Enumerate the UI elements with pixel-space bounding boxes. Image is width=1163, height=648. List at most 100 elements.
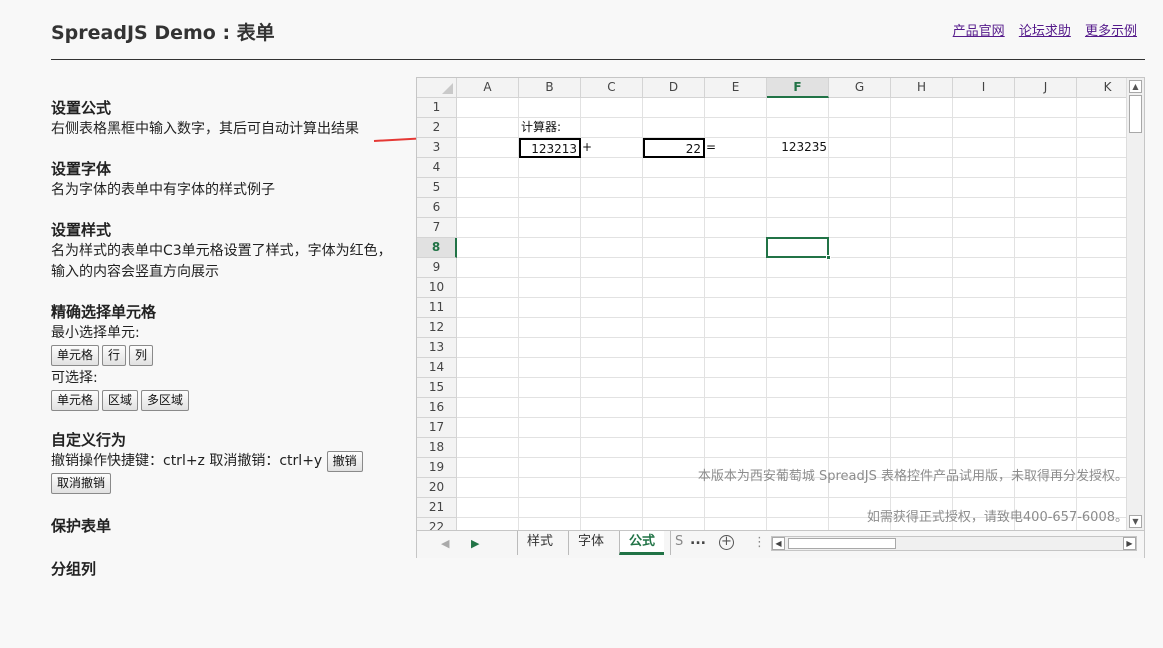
gridline xyxy=(457,217,1126,218)
row-header-14[interactable]: 14 xyxy=(417,358,457,378)
redo-row: 取消撤销 xyxy=(51,473,401,494)
row-header-12[interactable]: 12 xyxy=(417,318,457,338)
more-examples-link[interactable]: 更多示例 xyxy=(1085,24,1137,39)
row-header-3[interactable]: 3 xyxy=(417,138,457,158)
section-formula: 设置公式 右侧表格黑框中输入数字，其后可自动计算出结果 xyxy=(51,98,401,140)
gridline xyxy=(457,337,1126,338)
min-cell-button[interactable]: 单元格 xyxy=(51,345,100,366)
row-header-10[interactable]: 10 xyxy=(417,278,457,298)
column-header-a[interactable]: A xyxy=(457,78,519,98)
gridline xyxy=(457,437,1126,438)
scroll-down-icon[interactable]: ▼ xyxy=(1129,515,1142,528)
cell-d3[interactable]: 22 xyxy=(643,138,705,158)
horizontal-scrollbar[interactable]: ◀ ▶ xyxy=(771,536,1137,551)
row-header-5[interactable]: 5 xyxy=(417,178,457,198)
row-header-18[interactable]: 18 xyxy=(417,438,457,458)
gridline xyxy=(518,98,519,530)
cell-e3[interactable]: = xyxy=(705,138,767,158)
tab-hidden-partial[interactable]: S xyxy=(670,531,687,555)
gridline xyxy=(457,397,1126,398)
shortcut-text: 撤销操作快捷键：ctrl+z 取消撤销：ctrl+y xyxy=(51,453,323,469)
column-header-k[interactable]: K xyxy=(1077,78,1126,98)
row-header-21[interactable]: 21 xyxy=(417,498,457,518)
opt-cell-button[interactable]: 单元格 xyxy=(51,390,100,411)
tab-style[interactable]: 样式 xyxy=(517,531,562,555)
column-header-i[interactable]: I xyxy=(953,78,1015,98)
row-header-6[interactable]: 6 xyxy=(417,198,457,218)
option-select-buttons: 单元格 区域 多区域 xyxy=(51,390,401,411)
row-header-16[interactable]: 16 xyxy=(417,398,457,418)
row-header-13[interactable]: 13 xyxy=(417,338,457,358)
scroll-right-icon[interactable]: ▶ xyxy=(1123,537,1136,550)
section-title: 精确选择单元格 xyxy=(51,303,157,321)
vertical-scroll-thumb[interactable] xyxy=(1129,95,1142,133)
section-title: 设置样式 xyxy=(51,221,112,239)
section-title[interactable]: 保护表单 xyxy=(51,516,401,537)
row-header-9[interactable]: 9 xyxy=(417,258,457,278)
sheet-tab-bar: ◀ ▶ 样式 字体 公式 S ... + ⋮ ◀ ▶ xyxy=(417,530,1144,558)
page-header: SpreadJS Demo : 表单 产品官网 论坛求助 更多示例 xyxy=(51,0,1145,60)
undo-button[interactable]: 撤销 xyxy=(326,451,363,472)
gridline xyxy=(457,377,1126,378)
row-header-8[interactable]: 8 xyxy=(417,238,457,258)
tab-font[interactable]: 字体 xyxy=(568,531,613,555)
tab-nav-prev-icon[interactable]: ◀ xyxy=(441,537,449,550)
section-title: 自定义行为 xyxy=(51,431,127,449)
cell-f3[interactable]: 123235 xyxy=(767,138,829,158)
min-row-button[interactable]: 行 xyxy=(102,345,127,366)
row-header-1[interactable]: 1 xyxy=(417,98,457,118)
cell-b2[interactable]: 计算器: xyxy=(519,118,581,138)
tab-nav-next-icon[interactable]: ▶ xyxy=(471,537,479,550)
row-header-19[interactable]: 19 xyxy=(417,458,457,478)
section-precise-select: 精确选择单元格 最小选择单元: 单元格行列 可选择: 单元格 区域 多区域 xyxy=(51,302,401,411)
horizontal-scroll-thumb[interactable] xyxy=(788,538,896,549)
column-header-f[interactable]: F xyxy=(767,78,829,98)
sheet-grid[interactable]: A B C D E F G H I J K 1 2 3 4 5 6 7 8 9 10 11 12 13 14 15 16 17 18 19… xyxy=(417,78,1126,530)
opt-multi-range-button[interactable]: 多区域 xyxy=(141,390,190,411)
tab-formula[interactable]: 公式 xyxy=(619,531,665,555)
gridline xyxy=(457,317,1126,318)
min-select-label: 最小选择单元: xyxy=(51,325,140,341)
row-header-11[interactable]: 11 xyxy=(417,298,457,318)
vertical-scrollbar[interactable]: ▲ ▼ xyxy=(1126,78,1144,530)
gridline xyxy=(457,197,1126,198)
cell-c3[interactable]: + xyxy=(581,138,643,158)
section-custom-behavior: 自定义行为 撤销操作快捷键：ctrl+z 取消撤销：ctrl+y 撤销 取消撤销 xyxy=(51,430,401,494)
row-header-17[interactable]: 17 xyxy=(417,418,457,438)
row-header-20[interactable]: 20 xyxy=(417,478,457,498)
spreadsheet[interactable]: A B C D E F G H I J K 1 2 3 4 5 6 7 8 9 10 11 12 13 14 15 16 17 18 19… xyxy=(416,77,1145,558)
tab-splitter-icon[interactable]: ⋮ xyxy=(753,535,766,550)
row-header-22[interactable]: 22 xyxy=(417,518,457,530)
section-title[interactable]: 分组列 xyxy=(51,559,401,580)
row-header-4[interactable]: 4 xyxy=(417,158,457,178)
gridline xyxy=(457,497,1126,498)
column-header-h[interactable]: H xyxy=(891,78,953,98)
scroll-left-icon[interactable]: ◀ xyxy=(772,537,785,550)
cell-b3[interactable]: 123213 xyxy=(519,138,581,158)
section-desc: 名为字体的表单中有字体的样式例子 xyxy=(51,182,275,198)
min-column-button[interactable]: 列 xyxy=(129,345,154,366)
column-header-c[interactable]: C xyxy=(581,78,643,98)
select-all-corner[interactable] xyxy=(417,78,457,98)
column-header-b[interactable]: B xyxy=(519,78,581,98)
redo-button[interactable]: 取消撤销 xyxy=(51,473,112,494)
section-desc: 右侧表格黑框中输入数字，其后可自动计算出结果 xyxy=(51,121,359,137)
column-header-g[interactable]: G xyxy=(829,78,891,98)
column-header-d[interactable]: D xyxy=(643,78,705,98)
gridline xyxy=(457,357,1126,358)
column-header-e[interactable]: E xyxy=(705,78,767,98)
forum-help-link[interactable]: 论坛求助 xyxy=(1019,24,1071,39)
row-header-7[interactable]: 7 xyxy=(417,218,457,238)
add-sheet-icon[interactable]: + xyxy=(719,535,734,550)
product-site-link[interactable]: 产品官网 xyxy=(953,24,1005,39)
gridline xyxy=(457,457,1126,458)
column-header-j[interactable]: J xyxy=(1015,78,1077,98)
opt-range-button[interactable]: 区域 xyxy=(102,390,139,411)
fill-handle[interactable] xyxy=(826,255,831,260)
row-header-2[interactable]: 2 xyxy=(417,118,457,138)
row-header-15[interactable]: 15 xyxy=(417,378,457,398)
active-cell-selection[interactable] xyxy=(766,237,831,260)
more-tabs-icon[interactable]: ... xyxy=(690,532,706,548)
scroll-up-icon[interactable]: ▲ xyxy=(1129,80,1142,93)
section-title: 设置字体 xyxy=(51,160,112,178)
